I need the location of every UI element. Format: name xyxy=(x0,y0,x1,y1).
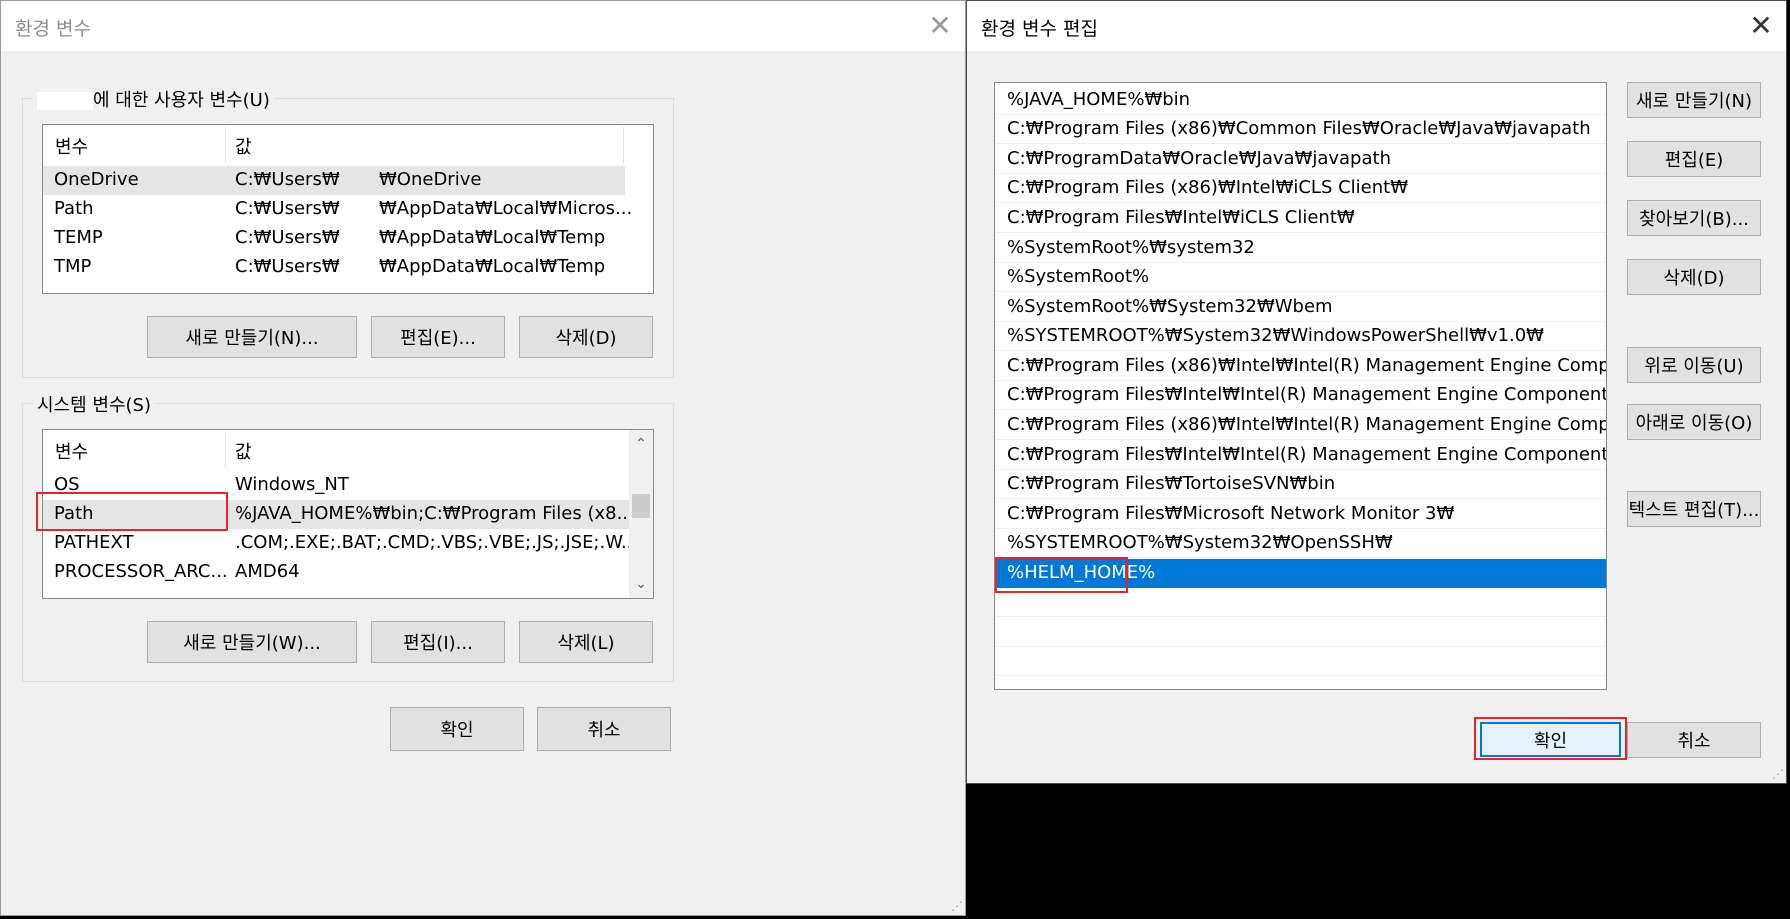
highlight-path-row xyxy=(36,492,228,531)
empty-row[interactable] xyxy=(996,647,1606,676)
window-title: 환경 변수 편집 xyxy=(981,18,1098,40)
resize-grip-icon[interactable]: ⋰ xyxy=(951,899,963,913)
cancel-button[interactable]: 취소 xyxy=(1627,722,1761,758)
list-item[interactable]: C:₩Program Files (x86)₩Intel₩Intel(R) Ma… xyxy=(996,411,1606,440)
redacted-username xyxy=(37,92,93,110)
system-delete-button[interactable]: 삭제(L) xyxy=(519,621,653,663)
list-item[interactable]: %JAVA_HOME%₩bin xyxy=(996,86,1606,115)
user-variables-list[interactable]: 변수 값 OneDrive C:₩Users₩ ₩OneDrive Path C… xyxy=(42,124,654,294)
environment-variables-window: 환경 변수 ✕ 에 대한 사용자 변수(U) 변수 값 OneDrive C:₩… xyxy=(0,0,966,916)
close-icon[interactable]: ✕ xyxy=(915,1,965,51)
scroll-down-icon[interactable]: ⌄ xyxy=(629,572,653,596)
user-var-row-temp[interactable]: TEMP C:₩Users₩ ₩AppData₩Local₩Temp xyxy=(43,224,625,253)
resize-grip-icon[interactable]: ⋰ xyxy=(1772,767,1784,781)
column-header-value[interactable]: 값 xyxy=(235,438,252,464)
user-variables-label: 에 대한 사용자 변수(U) xyxy=(33,86,274,112)
list-item[interactable]: %SystemRoot%₩system32 xyxy=(996,234,1606,263)
column-header-variable[interactable]: 변수 xyxy=(55,438,88,464)
list-item[interactable]: C:₩Program Files₩Intel₩Intel(R) Manageme… xyxy=(996,441,1606,470)
user-var-row-tmp[interactable]: TMP C:₩Users₩ ₩AppData₩Local₩Temp xyxy=(43,253,625,282)
path-entries-list[interactable]: %JAVA_HOME%₩bin C:₩Program Files (x86)₩C… xyxy=(994,82,1607,690)
edit-environment-variable-window: 환경 변수 편집 ✕ %JAVA_HOME%₩bin C:₩Program Fi… xyxy=(966,0,1787,784)
ok-button[interactable]: 확인 xyxy=(390,707,524,751)
edit-text-button[interactable]: 텍스트 편집(T)... xyxy=(1627,491,1761,527)
scroll-up-icon[interactable]: ⌃ xyxy=(629,432,653,456)
empty-row[interactable] xyxy=(996,618,1606,647)
list-item[interactable]: C:₩Program Files₩Intel₩Intel(R) Manageme… xyxy=(996,381,1606,410)
move-down-button[interactable]: 아래로 이동(O) xyxy=(1627,404,1761,440)
list-item[interactable]: C:₩Program Files (x86)₩Intel₩Intel(R) Ma… xyxy=(996,352,1606,381)
list-item[interactable]: %SYSTEMROOT%₩System32₩OpenSSH₩ xyxy=(996,529,1606,558)
column-header-variable[interactable]: 변수 xyxy=(55,133,88,159)
scroll-thumb[interactable] xyxy=(632,494,650,518)
user-var-row-path[interactable]: Path C:₩Users₩ ₩AppData₩Local₩Micros... xyxy=(43,195,632,224)
title-bar: 환경 변수 ✕ xyxy=(1,1,965,51)
window-title: 환경 변수 xyxy=(15,18,91,40)
list-item[interactable]: C:₩Program Files₩TortoiseSVN₩bin xyxy=(996,470,1606,499)
system-variables-label: 시스템 변수(S) xyxy=(33,391,155,417)
user-new-button[interactable]: 새로 만들기(N)... xyxy=(147,316,357,358)
system-new-button[interactable]: 새로 만들기(W)... xyxy=(147,621,357,663)
list-item[interactable]: C:₩Program Files (x86)₩Intel₩iCLS Client… xyxy=(996,174,1606,203)
user-var-row-onedrive[interactable]: OneDrive C:₩Users₩ ₩OneDrive xyxy=(43,166,625,195)
list-item[interactable]: %SystemRoot%₩System32₩Wbem xyxy=(996,293,1606,322)
edit-button[interactable]: 편집(E) xyxy=(1627,141,1761,177)
list-item[interactable]: %SystemRoot% xyxy=(996,263,1606,292)
delete-button[interactable]: 삭제(D) xyxy=(1627,259,1761,295)
list-item[interactable]: C:₩ProgramData₩Oracle₩Java₩javapath xyxy=(996,145,1606,174)
user-delete-button[interactable]: 삭제(D) xyxy=(519,316,653,358)
user-edit-button[interactable]: 편집(E)... xyxy=(371,316,505,358)
list-item[interactable]: C:₩Program Files (x86)₩Common Files₩Orac… xyxy=(996,115,1606,144)
list-item[interactable]: C:₩Program Files₩Intel₩iCLS Client₩ xyxy=(996,204,1606,233)
list-header: 변수 값 xyxy=(43,125,653,165)
list-header: 변수 값 xyxy=(43,430,653,470)
list-item[interactable]: %SYSTEMROOT%₩System32₩WindowsPowerShell₩… xyxy=(996,322,1606,351)
system-edit-button[interactable]: 편집(I)... xyxy=(371,621,505,663)
move-up-button[interactable]: 위로 이동(U) xyxy=(1627,347,1761,383)
list-item[interactable]: C:₩Program Files₩Microsoft Network Monit… xyxy=(996,500,1606,529)
ok-button[interactable]: 확인 xyxy=(1480,722,1621,757)
browse-button[interactable]: 찾아보기(B)... xyxy=(1627,200,1761,236)
system-var-row-processor[interactable]: PROCESSOR_ARC... AMD64 xyxy=(43,558,629,587)
title-bar: 환경 변수 편집 ✕ xyxy=(967,1,1786,51)
system-list-scrollbar[interactable]: ⌃ ⌄ xyxy=(629,430,653,598)
new-button[interactable]: 새로 만들기(N) xyxy=(1627,82,1761,118)
highlight-helm-home-entry xyxy=(995,557,1128,593)
close-icon[interactable]: ✕ xyxy=(1736,1,1786,51)
system-var-row-pathext[interactable]: PATHEXT .COM;.EXE;.BAT;.CMD;.VBS;.VBE;.J… xyxy=(43,529,638,558)
column-header-value[interactable]: 값 xyxy=(235,133,252,159)
cancel-button[interactable]: 취소 xyxy=(537,707,671,751)
